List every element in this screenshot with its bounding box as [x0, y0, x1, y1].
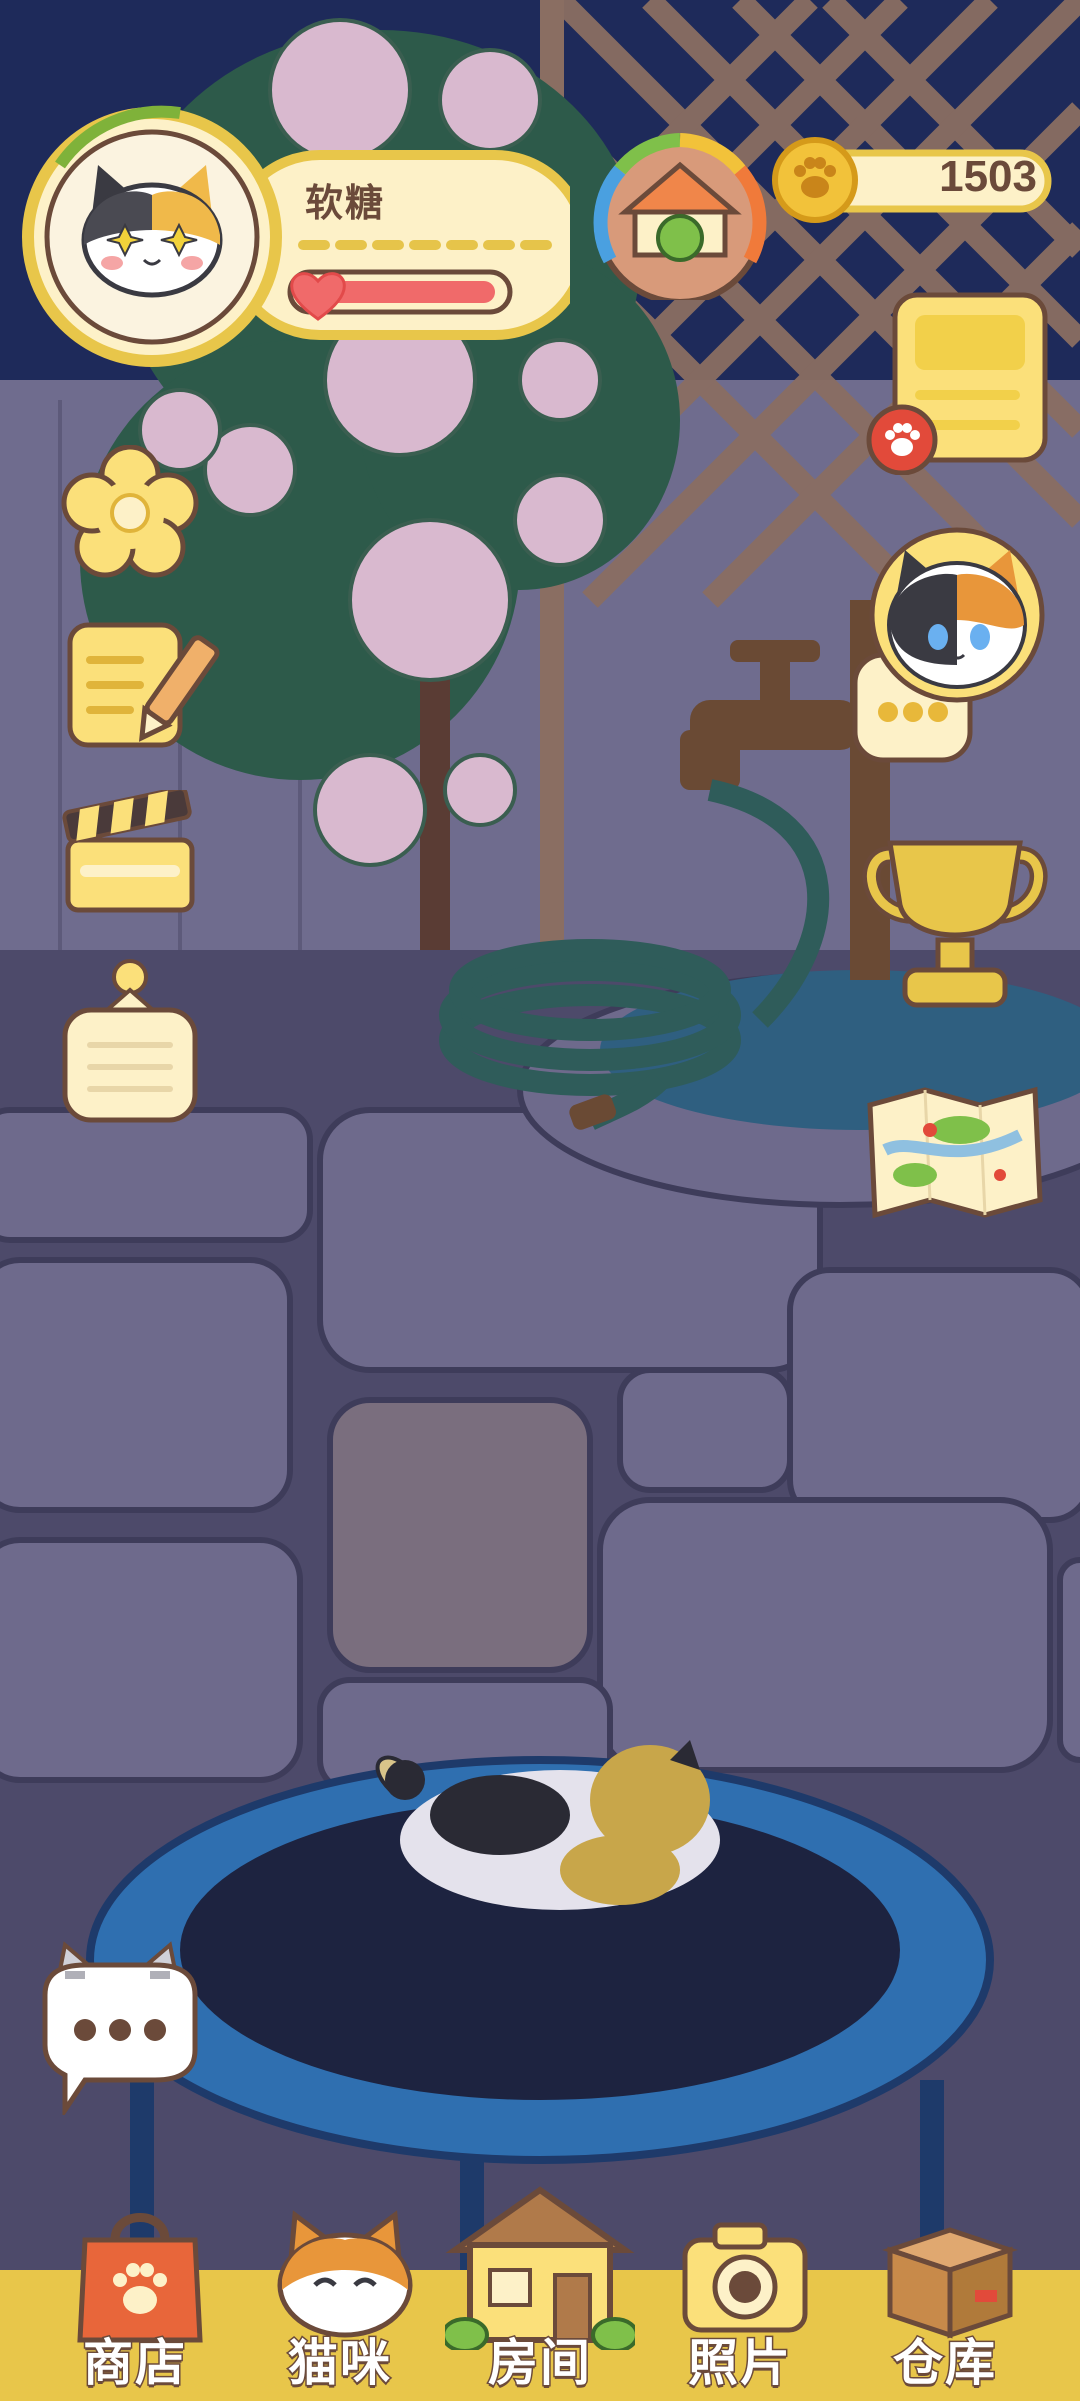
map-button[interactable]	[860, 1075, 1050, 1235]
coin-amount: 1503	[939, 152, 1037, 201]
cat-message-button[interactable]	[850, 525, 1050, 775]
trophy-icon	[862, 840, 1048, 1008]
avatar[interactable]	[20, 105, 285, 375]
nav-storage-label: 仓库	[892, 2334, 997, 2393]
nav-photos[interactable]: 照片	[655, 2200, 825, 2401]
nav-cats-label: 猫咪	[287, 2334, 392, 2393]
home-happiness-gauge[interactable]	[590, 130, 770, 300]
nav-shop[interactable]: 商店	[50, 2200, 220, 2401]
nav-room-label: 房间	[487, 2334, 592, 2393]
cat-face-icon	[277, 2210, 413, 2338]
task-list-button[interactable]	[860, 285, 1050, 475]
notice-sign-button[interactable]	[60, 955, 200, 1125]
profile-card[interactable]: 软糖	[20, 105, 590, 375]
flower-icon	[61, 445, 199, 578]
hanging-sign-icon	[62, 959, 198, 1123]
nav-room[interactable]: 房间	[445, 2180, 635, 2401]
nav-cats[interactable]: 猫咪	[255, 2200, 425, 2401]
cat-chat-button[interactable]	[25, 1935, 215, 2115]
cat-message-icon	[852, 527, 1045, 763]
flower-button[interactable]	[60, 445, 200, 585]
movie-button[interactable]	[60, 790, 200, 920]
camera-icon	[682, 2222, 808, 2333]
notepad-pencil-icon	[67, 622, 220, 748]
nav-photos-label: 照片	[687, 2334, 792, 2393]
nav-storage[interactable]: 仓库	[860, 2200, 1030, 2401]
trophy-button[interactable]	[860, 835, 1050, 1015]
coin-counter[interactable]: 1503	[770, 135, 1055, 225]
player-name: 软糖	[305, 183, 386, 225]
map-icon	[867, 1086, 1043, 1219]
cat-chat-icon	[42, 1941, 198, 2115]
task-list-icon	[866, 292, 1048, 475]
box-icon	[882, 2227, 1018, 2339]
notepad-button[interactable]	[60, 615, 220, 755]
clapperboard-icon	[62, 790, 195, 913]
nav-shop-label: 商店	[82, 2334, 187, 2393]
heart-icon	[288, 267, 348, 327]
